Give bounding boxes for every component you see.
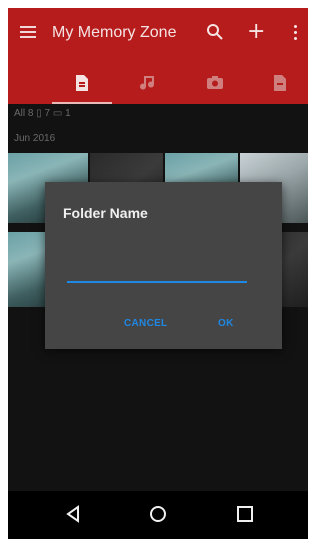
input-underline (67, 281, 247, 283)
date-section-header: Jun 2016 (14, 133, 56, 144)
music-icon (140, 76, 155, 90)
app-title: My Memory Zone (52, 24, 177, 41)
folder-name-dialog: Folder Name CANCEL OK (45, 182, 282, 349)
folder-name-input[interactable] (67, 262, 251, 280)
tab-music[interactable] (118, 60, 178, 104)
ok-button[interactable]: OK (218, 318, 234, 329)
dialog-title: Folder Name (63, 205, 148, 221)
camera-icon (207, 76, 223, 89)
active-tab-indicator (52, 102, 112, 104)
tab-documents[interactable] (52, 60, 112, 104)
tab-camera[interactable] (184, 60, 244, 104)
phone-screen: My Memory Zone + All 8 ▯ 7 ▭ 1 Jun 2016 … (8, 8, 308, 539)
file-icon (274, 75, 286, 91)
back-icon[interactable] (64, 505, 82, 527)
add-icon[interactable]: + (247, 19, 265, 44)
cancel-button[interactable]: CANCEL (124, 318, 167, 329)
app-bar: My Memory Zone + (8, 8, 308, 60)
tab-bar (8, 60, 308, 104)
documents-icon (76, 75, 88, 91)
caption-text (115, 0, 205, 1)
overflow-menu-icon[interactable] (294, 25, 298, 41)
system-nav-bar (8, 491, 308, 539)
media-filter-counts[interactable]: All 8 ▯ 7 ▭ 1 (14, 108, 71, 119)
recents-icon[interactable] (236, 505, 254, 527)
home-icon[interactable] (149, 505, 167, 527)
hamburger-menu-icon[interactable] (20, 26, 36, 38)
tab-file[interactable] (250, 60, 308, 104)
top-edge (0, 0, 311, 8)
search-icon[interactable] (206, 23, 224, 41)
